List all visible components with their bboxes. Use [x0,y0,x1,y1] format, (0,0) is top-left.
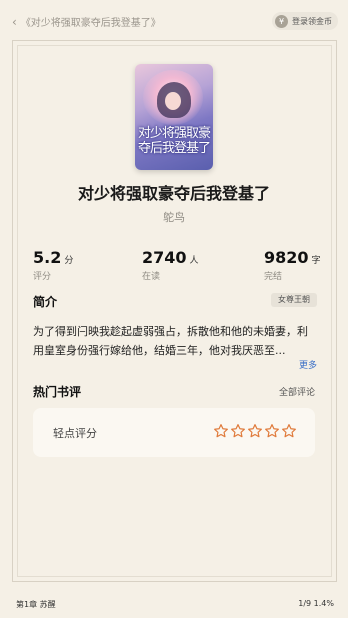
login-coin-label: 登录领金币 [292,16,332,26]
star-icon[interactable] [247,423,263,439]
intro-text: 为了得到闩映我趁起虚弱强占，拆散他和他的未婚妻，利用皇室身份强行嫁给他，结婚三年… [33,325,308,357]
back-button[interactable]: ‹ 《对少将强取豪夺后我登基了》 [12,14,161,30]
stat-label: 在读 [142,272,161,282]
login-coin-button[interactable]: ¥ 登录领金币 [272,12,338,30]
stat-words: 9820 字 完结 [264,248,321,282]
book-cover[interactable]: 对少将强取豪夺后我登基了 [135,64,213,170]
star-icon[interactable] [213,423,229,439]
stat-rating: 5.2 分 评分 [33,248,73,282]
current-chapter: 第1章 苏醒 [16,600,56,609]
star-icon[interactable] [281,423,297,439]
cover-title: 对少将强取豪夺后我登基了 [137,126,211,156]
reading-progress: 1/9 1.4% [298,599,334,608]
stat-readers: 2740 人 在读 [142,248,199,282]
book-title: 对少将强取豪夺后我登基了 [77,184,270,203]
stat-unit: 分 [64,256,74,266]
cover-face [165,92,181,110]
star-icon[interactable] [264,423,280,439]
stat-label: 评分 [33,272,52,282]
more-link[interactable]: 更多 [299,358,317,371]
genre-tag[interactable]: 女尊王朝 [271,293,317,307]
star-icon[interactable] [230,423,246,439]
book-author[interactable]: 鸵鸟 [0,209,348,225]
top-bar: ‹ 《对少将强取豪夺后我登基了》 ¥ 登录领金币 [0,0,348,44]
reviews-heading: 热门书评 [33,385,82,399]
rate-label: 轻点评分 [53,427,97,440]
stat-unit: 人 [189,256,199,266]
stat-unit: 字 [311,256,321,266]
rating-card: 轻点评分 [33,408,315,457]
back-book-title: 《对少将强取豪夺后我登基了》 [20,18,161,29]
star-rating[interactable] [212,423,297,439]
all-reviews-link[interactable]: 全部评论 [279,385,315,398]
stat-label: 完结 [264,272,283,282]
stat-value: 5.2 [33,248,62,267]
stat-value: 9820 [264,248,309,267]
intro-heading: 简介 [33,295,58,309]
stat-value: 2740 [142,248,187,267]
coin-icon: ¥ [275,14,288,28]
chevron-left-icon: ‹ [12,14,17,29]
